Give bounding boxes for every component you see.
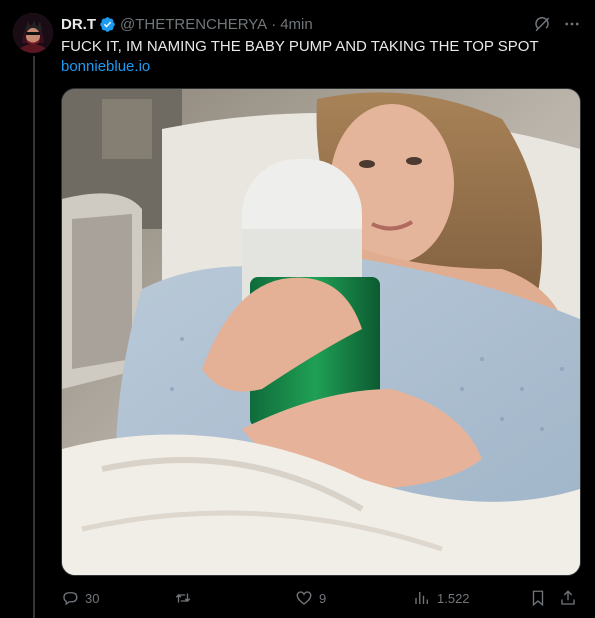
share-icon (561, 590, 575, 605)
avatar[interactable] (13, 13, 53, 53)
tweet-actions: 30 9 1.522 (61, 588, 579, 608)
views-button[interactable]: 1.522 (413, 588, 470, 608)
views-count: 1.522 (437, 590, 470, 606)
tweet-text: FUCK IT, IM NAMING THE BABY PUMP AND TAK… (61, 38, 539, 55)
reply-button[interactable]: 30 (61, 588, 99, 608)
grok-icon[interactable] (533, 15, 551, 33)
author-handle[interactable]: @THETRENCHERYA (120, 16, 267, 33)
retweet-button[interactable] (173, 588, 193, 608)
tweet-header: DR.T @THETRENCHERYA · 4min (61, 13, 581, 35)
timestamp[interactable]: 4min (280, 16, 313, 33)
like-count: 9 (319, 590, 327, 606)
more-icon[interactable] (563, 15, 581, 33)
thread-line (33, 56, 35, 618)
like-icon (296, 591, 312, 605)
retweet-icon (175, 593, 191, 603)
views-icon (415, 592, 428, 604)
bookmark-icon (532, 590, 544, 607)
author-name[interactable]: DR.T (61, 16, 96, 33)
tweet-media-image[interactable] (61, 88, 581, 576)
separator-dot: · (271, 15, 277, 33)
reply-count: 30 (85, 590, 100, 606)
share-button[interactable] (559, 588, 577, 608)
like-button[interactable]: 9 (295, 588, 326, 608)
bookmark-button[interactable] (529, 588, 547, 608)
verified-badge-icon (100, 16, 115, 32)
tweet-link[interactable]: bonnieblue.io (61, 58, 150, 75)
reply-icon (63, 592, 78, 606)
